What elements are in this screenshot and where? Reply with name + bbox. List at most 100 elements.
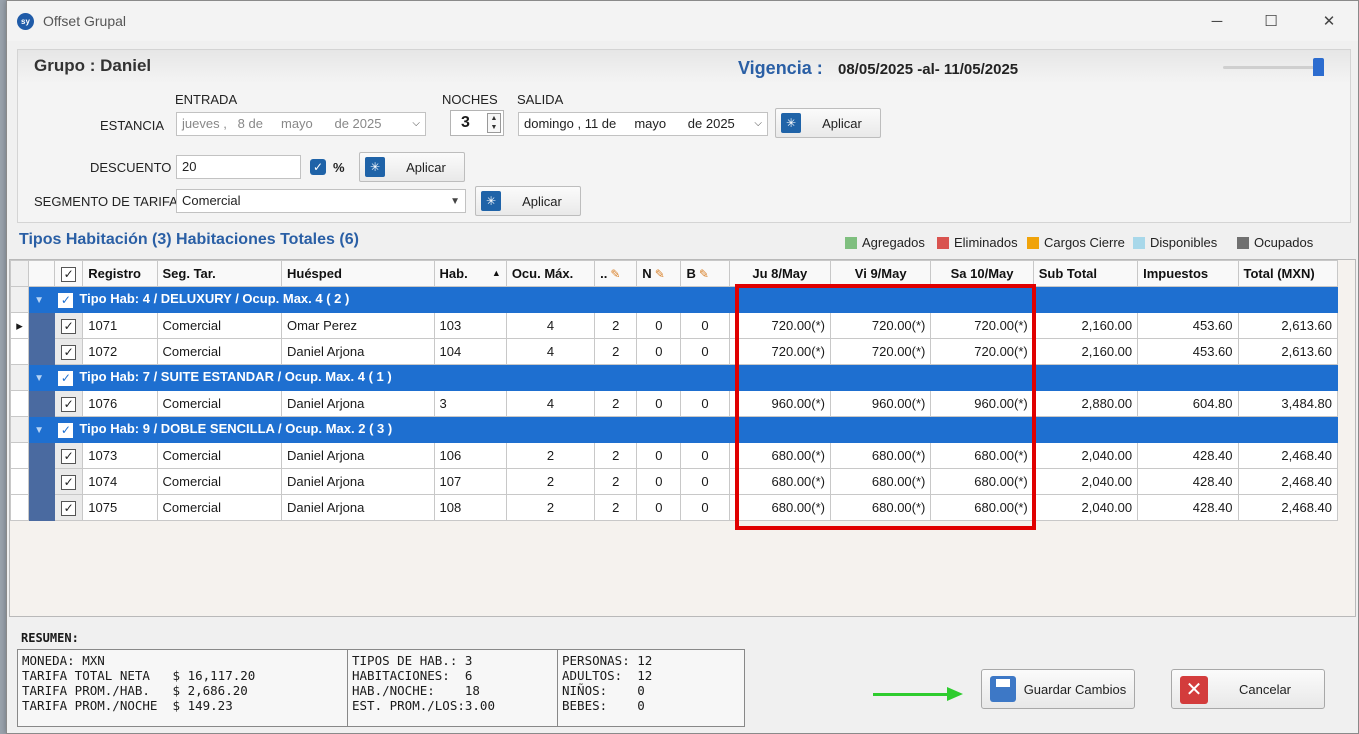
noches-value: 3: [461, 114, 470, 131]
salida-date-picker[interactable]: domingo , 11 de mayo de 2025 ⌵: [518, 112, 768, 136]
resumen-panel: MONEDA: MXN TARIFA TOTAL NETA $ 16,117.2…: [17, 649, 745, 727]
floppy-disk-icon: [990, 676, 1016, 702]
chevron-down-icon: ▼: [450, 196, 460, 207]
col-day-1[interactable]: Ju 8/May: [728, 260, 832, 287]
legend-cargos-cierre: Cargos Cierre: [1027, 235, 1125, 250]
descuento-apply-button[interactable]: ✳ Aplicar: [359, 152, 465, 182]
col-seg-tar[interactable]: Seg. Tar.: [156, 260, 282, 287]
chevron-down-icon: ⌵: [754, 118, 762, 129]
table-row[interactable]: ✓ 1072 Comercial Daniel Arjona 104 4 2 0…: [10, 338, 1339, 365]
noches-stepper[interactable]: 3 ▲ ▼: [450, 110, 504, 136]
col-impuestos[interactable]: Impuestos: [1137, 260, 1239, 287]
legend-ocupados: Ocupados: [1237, 235, 1313, 250]
close-icon: ✕: [1180, 676, 1208, 704]
rooms-grid: ✓ Registro Seg. Tar. Huésped Hab. ▲ Ocu. …: [9, 259, 1356, 617]
table-row[interactable]: ✓ 1073 Comercial Daniel Arjona 106 2 2 0…: [10, 442, 1339, 469]
col-registro[interactable]: Registro: [82, 260, 158, 287]
minimize-button[interactable]: ─: [1197, 9, 1237, 35]
title-bar: sy Offset Grupal ─ ☐ ✕: [7, 1, 1358, 41]
indent-header: [28, 260, 56, 287]
resumen-label: RESUMEN:: [21, 631, 79, 645]
stepper-arrows-icon[interactable]: ▲ ▼: [487, 113, 501, 133]
descuento-label: DESCUENTO: [90, 160, 172, 175]
table-row[interactable]: ▸ ✓ 1071 Comercial Omar Perez 103 4 2 0 …: [10, 312, 1339, 339]
estancia-apply-button[interactable]: ✳ Aplicar: [775, 108, 881, 138]
row-checkbox[interactable]: ✓: [61, 448, 77, 464]
table-row[interactable]: ✓ 1074 Comercial Daniel Arjona 107 2 2 0…: [10, 468, 1339, 495]
group-row[interactable]: ▼ ✓ Tipo Hab: 9 / DOBLE SENCILLA / Ocup. …: [10, 416, 1338, 443]
zoom-slider-track[interactable]: [1223, 66, 1317, 69]
table-row[interactable]: ✓ 1075 Comercial Daniel Arjona 108 2 2 0…: [10, 494, 1339, 521]
cursor-click-icon: ✳: [365, 157, 385, 177]
zoom-slider-thumb[interactable]: [1313, 58, 1324, 76]
percent-label: %: [333, 160, 345, 175]
col-ninos[interactable]: N ✎: [636, 260, 682, 287]
row-checkbox[interactable]: ✓: [61, 500, 77, 516]
segmento-apply-button[interactable]: ✳ Aplicar: [475, 186, 581, 216]
legend-swatch: [937, 236, 949, 249]
col-adultos[interactable]: .. ✎: [594, 260, 638, 287]
group-title: Grupo : Daniel: [34, 56, 152, 75]
resumen-tarifas: MONEDA: MXN TARIFA TOTAL NETA $ 16,117.2…: [18, 650, 348, 726]
row-checkbox[interactable]: ✓: [61, 318, 77, 334]
close-button[interactable]: ✕: [1309, 9, 1349, 35]
collapse-icon[interactable]: ▼: [34, 295, 44, 306]
pencil-icon: ✎: [654, 267, 665, 281]
collapse-icon[interactable]: ▼: [34, 425, 44, 436]
stay-settings-panel: Grupo : Daniel Vigencia : 08/05/2025 -al…: [17, 49, 1351, 223]
offset-grupal-window: sy Offset Grupal ─ ☐ ✕ Grupo : Daniel Vi…: [6, 0, 1359, 734]
row-checkbox[interactable]: ✓: [61, 396, 77, 412]
cancel-button[interactable]: ✕ Cancelar: [1171, 669, 1325, 709]
col-sub-total[interactable]: Sub Total: [1032, 260, 1139, 287]
legend-eliminados: Eliminados: [937, 235, 1018, 250]
vigencia-label: Vigencia :: [738, 58, 823, 78]
entrada-label: ENTRADA: [175, 92, 238, 107]
salida-label: SALIDA: [517, 92, 564, 107]
header-row: ✓ Registro Seg. Tar. Huésped Hab. ▲ Ocu. …: [10, 260, 1339, 287]
legend-swatch: [1237, 236, 1249, 249]
row-indicator-header: [10, 260, 30, 287]
select-all-header[interactable]: ✓: [54, 260, 84, 287]
group-checkbox[interactable]: ✓: [58, 292, 74, 308]
col-day-3[interactable]: Sa 10/May: [930, 260, 1034, 287]
group-label: Tipo Hab: 7 / SUITE ESTANDAR / Ocup. Max…: [79, 369, 392, 385]
group-label: Tipo Hab: 9 / DOBLE SENCILLA / Ocup. Max…: [79, 421, 393, 437]
resumen-habitaciones: TIPOS DE HAB.: 3 HABITACIONES: 6 HAB./NO…: [348, 650, 558, 726]
group-row[interactable]: ▼ ✓ Tipo Hab: 7 / SUITE ESTANDAR / Ocup. …: [10, 364, 1338, 391]
row-checkbox[interactable]: ✓: [61, 344, 77, 360]
percent-checkbox[interactable]: ✓: [310, 159, 326, 175]
entrada-date-value: jueves , 8 de mayo de 2025: [182, 116, 382, 131]
segmento-select[interactable]: Comercial ▼: [176, 189, 466, 213]
group-checkbox[interactable]: ✓: [58, 422, 74, 438]
group-checkbox[interactable]: ✓: [58, 370, 74, 386]
collapse-icon[interactable]: ▼: [34, 373, 44, 384]
col-ocu-max[interactable]: Ocu. Máx.: [505, 260, 596, 287]
col-huesped[interactable]: Huésped: [280, 260, 435, 287]
col-hab[interactable]: Hab. ▲: [433, 260, 507, 287]
entrada-date-picker[interactable]: jueves , 8 de mayo de 2025 ⌵: [176, 112, 426, 136]
col-total[interactable]: Total (MXN): [1237, 260, 1339, 287]
save-changes-button[interactable]: Guardar Cambios: [981, 669, 1135, 709]
pencil-icon: ✎: [698, 267, 709, 281]
tipos-habitacion-title: Tipos Habitación (3) Habitaciones Totale…: [19, 231, 359, 248]
green-arrow-head: [947, 687, 963, 701]
vigencia-value: 08/05/2025 -al- 11/05/2025: [838, 61, 1019, 78]
noches-label: NOCHES: [442, 92, 498, 107]
group-row[interactable]: ▼ ✓ Tipo Hab: 4 / DELUXURY / Ocup. Max. 4…: [10, 286, 1338, 313]
cursor-click-icon: ✳: [781, 113, 801, 133]
table-row[interactable]: ✓ 1076 Comercial Daniel Arjona 3 4 2 0 0…: [10, 390, 1339, 417]
checkbox-icon[interactable]: ✓: [61, 266, 77, 282]
maximize-button[interactable]: ☐: [1251, 9, 1291, 35]
row-checkbox[interactable]: ✓: [61, 474, 77, 490]
resumen-personas: PERSONAS: 12 ADULTOS: 12 NIÑOS: 0 BEBES:…: [562, 653, 653, 713]
group-label: Tipo Hab: 4 / DELUXURY / Ocup. Max. 4 ( …: [79, 291, 350, 307]
col-bebes[interactable]: B ✎: [680, 260, 730, 287]
salida-date-value: domingo , 11 de mayo de 2025: [524, 116, 735, 131]
sort-asc-icon: ▲: [491, 268, 501, 278]
cursor-click-icon: ✳: [481, 191, 501, 211]
legend-swatch: [1133, 236, 1145, 249]
legend-swatch: [1027, 236, 1039, 249]
descuento-input[interactable]: 20: [176, 155, 301, 179]
col-day-2[interactable]: Vi 9/May: [829, 260, 932, 287]
app-logo-icon: sy: [17, 13, 34, 30]
